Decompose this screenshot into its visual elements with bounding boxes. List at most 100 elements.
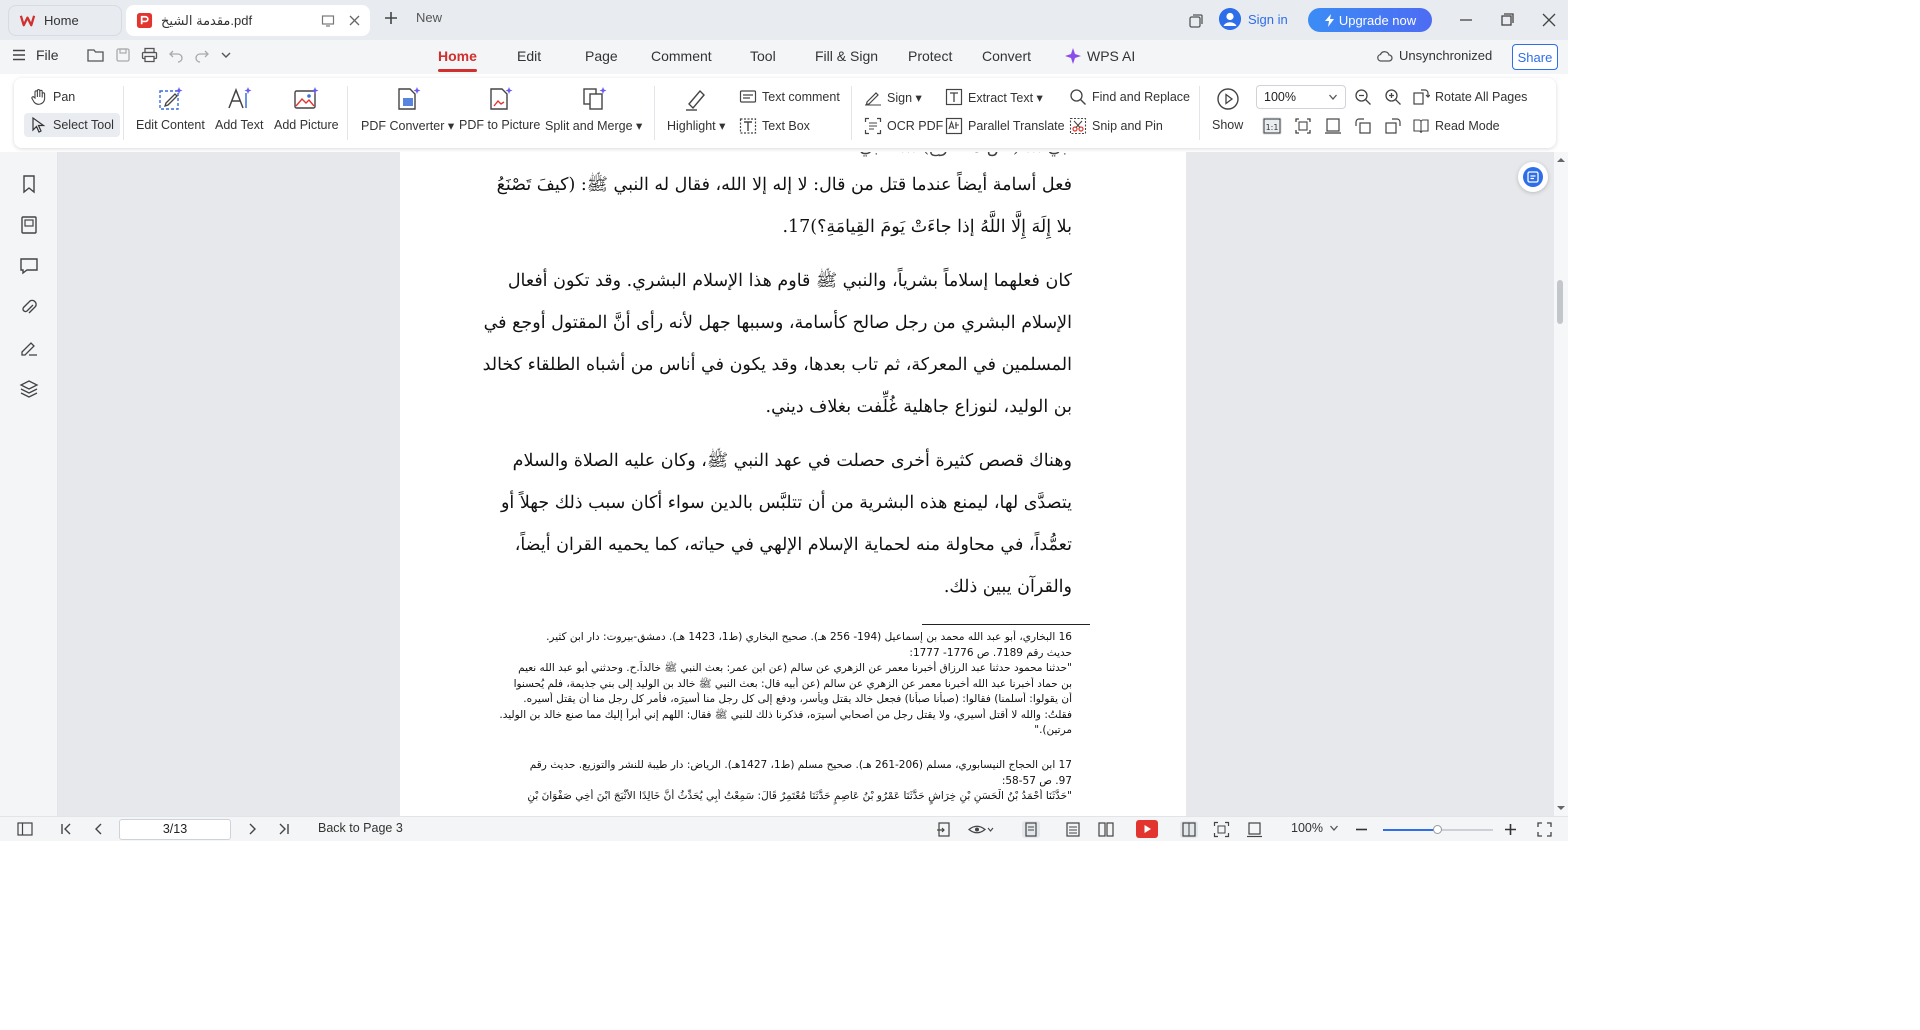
zoom-slider[interactable]: [1383, 825, 1493, 834]
tab-tool[interactable]: Tool: [750, 48, 776, 64]
new-tab-button[interactable]: New: [384, 10, 442, 25]
document-viewer[interactable]: أبي ... (نص مقطوع) ... النبي فعل أسامة أ…: [58, 152, 1554, 816]
tab-home-menu[interactable]: Home: [438, 48, 477, 72]
fit-width-icon[interactable]: [1324, 117, 1342, 135]
footnote-line: 16 البخاري، أبو عبد الله محمد بن إسماعيل…: [546, 631, 1072, 643]
text-comment-button[interactable]: Text comment: [739, 88, 840, 106]
signature-panel-icon[interactable]: [19, 338, 39, 358]
zoom-select[interactable]: 100%: [1256, 85, 1346, 109]
tab-protect[interactable]: Protect: [908, 48, 952, 64]
open-folder-icon[interactable]: [86, 47, 105, 63]
attachment-icon[interactable]: [19, 297, 39, 317]
fit-screen-icon[interactable]: [1213, 821, 1230, 838]
read-mode-button[interactable]: Read Mode: [1412, 117, 1500, 135]
maximize-icon[interactable]: [1499, 12, 1515, 28]
play-slideshow-icon[interactable]: [1136, 820, 1158, 838]
sidebar-toggle-icon[interactable]: [17, 822, 33, 836]
eye-icon[interactable]: [968, 823, 994, 836]
ocr-pdf-button[interactable]: OCR PDF: [864, 117, 943, 135]
close-tab-icon[interactable]: [349, 15, 360, 26]
comment-icon[interactable]: [19, 256, 39, 276]
add-picture-button[interactable]: Add Picture: [274, 86, 339, 132]
share-button[interactable]: Share: [1512, 44, 1558, 70]
quick-access: File: [12, 47, 232, 63]
continuous-view-icon[interactable]: [1064, 821, 1082, 838]
tab-wps-ai-label: WPS AI: [1087, 48, 1136, 64]
two-page-view-icon[interactable]: [1097, 821, 1115, 838]
zoom-in-icon[interactable]: [1384, 88, 1402, 106]
show-button[interactable]: Show: [1212, 86, 1243, 132]
undo-icon[interactable]: [168, 47, 184, 63]
pdf-converter-button[interactable]: PDF Converter ▾: [361, 86, 454, 133]
scroll-up-icon[interactable]: [1556, 156, 1566, 164]
parallel-translate-button[interactable]: Parallel Translate: [945, 117, 1065, 135]
fit-width-status-icon[interactable]: [1246, 821, 1263, 838]
zoom-level-dropdown[interactable]: 100%: [1291, 821, 1339, 835]
save-icon[interactable]: [115, 47, 131, 63]
last-page-icon[interactable]: [278, 823, 290, 835]
back-to-page-link[interactable]: Back to Page 3: [318, 821, 403, 835]
avatar: [1219, 8, 1241, 30]
ai-assistant-button[interactable]: [1518, 162, 1548, 192]
highlight-button[interactable]: Highlight ▾: [667, 86, 725, 133]
zoom-plus-icon[interactable]: [1504, 823, 1517, 836]
vertical-scrollbar[interactable]: [1554, 152, 1568, 816]
tab-edit[interactable]: Edit: [517, 48, 541, 64]
zoom-slider-knob[interactable]: [1433, 825, 1442, 834]
fullscreen-icon[interactable]: [1537, 822, 1552, 837]
edit-content-button[interactable]: Edit Content: [136, 86, 205, 132]
window-restore-icon[interactable]: [1188, 13, 1204, 29]
reading-layout-icon[interactable]: [1180, 821, 1198, 838]
export-icon[interactable]: [936, 822, 952, 837]
scrollbar-thumb[interactable]: [1557, 280, 1563, 324]
scroll-down-icon[interactable]: [1556, 804, 1566, 812]
sync-status[interactable]: Unsynchronized: [1376, 48, 1492, 63]
extract-text-button[interactable]: Extract Text ▾: [945, 88, 1043, 106]
tab-comment[interactable]: Comment: [651, 48, 712, 64]
zoom-value: 100%: [1264, 90, 1296, 104]
bookmark-icon[interactable]: [19, 174, 39, 194]
add-picture-label: Add Picture: [274, 118, 339, 132]
add-text-button[interactable]: Add Text: [215, 86, 263, 132]
zoom-out-icon[interactable]: [1354, 88, 1372, 106]
chevron-down-icon[interactable]: [220, 49, 232, 61]
upgrade-button[interactable]: Upgrade now: [1308, 8, 1432, 32]
tab-document[interactable]: مقدمة الشيخ.pdf: [126, 5, 370, 36]
pan-tool[interactable]: Pan: [30, 88, 75, 106]
select-tool[interactable]: Select Tool: [24, 113, 120, 137]
previous-page-icon[interactable]: [93, 823, 105, 835]
file-menu[interactable]: File: [12, 47, 59, 63]
pen-sign-icon: [865, 92, 881, 106]
actual-size-icon[interactable]: 1:1: [1262, 117, 1282, 135]
rotate-right-icon[interactable]: [1384, 117, 1402, 135]
rotate-left-icon[interactable]: [1354, 117, 1372, 135]
page-number-input[interactable]: 3/13: [119, 819, 231, 840]
minimize-icon[interactable]: [1458, 12, 1474, 28]
snip-pin-button[interactable]: Snip and Pin: [1069, 117, 1163, 135]
thumbnails-icon[interactable]: [19, 215, 39, 235]
monitor-icon[interactable]: [321, 14, 335, 28]
tab-page[interactable]: Page: [585, 48, 618, 64]
tab-wps-ai[interactable]: WPS AI: [1065, 48, 1135, 64]
layers-icon[interactable]: [19, 379, 39, 399]
print-icon[interactable]: [141, 47, 158, 63]
sign-button[interactable]: Sign ▾: [864, 88, 922, 106]
rotate-all-button[interactable]: Rotate All Pages: [1412, 88, 1527, 106]
close-window-icon[interactable]: [1541, 12, 1557, 28]
next-page-icon[interactable]: [246, 823, 258, 835]
fit-page-icon[interactable]: [1294, 117, 1312, 135]
text-box-button[interactable]: Text Box: [739, 117, 810, 135]
sign-in-button[interactable]: Sign in: [1219, 8, 1288, 30]
first-page-icon[interactable]: [60, 823, 72, 835]
redo-icon[interactable]: [194, 47, 210, 63]
tab-convert[interactable]: Convert: [982, 48, 1031, 64]
single-page-view-icon[interactable]: [1022, 821, 1040, 838]
tab-home[interactable]: Home: [8, 5, 122, 36]
split-merge-label: Split and Merge ▾: [545, 119, 643, 133]
tab-fill-sign[interactable]: Fill & Sign: [815, 48, 878, 64]
picture-icon: [294, 87, 319, 109]
zoom-minus-icon[interactable]: [1355, 823, 1368, 836]
pdf-to-picture-button[interactable]: PDF to Picture: [459, 86, 540, 132]
find-replace-button[interactable]: Find and Replace: [1069, 88, 1190, 106]
split-merge-button[interactable]: Split and Merge ▾: [545, 86, 642, 133]
